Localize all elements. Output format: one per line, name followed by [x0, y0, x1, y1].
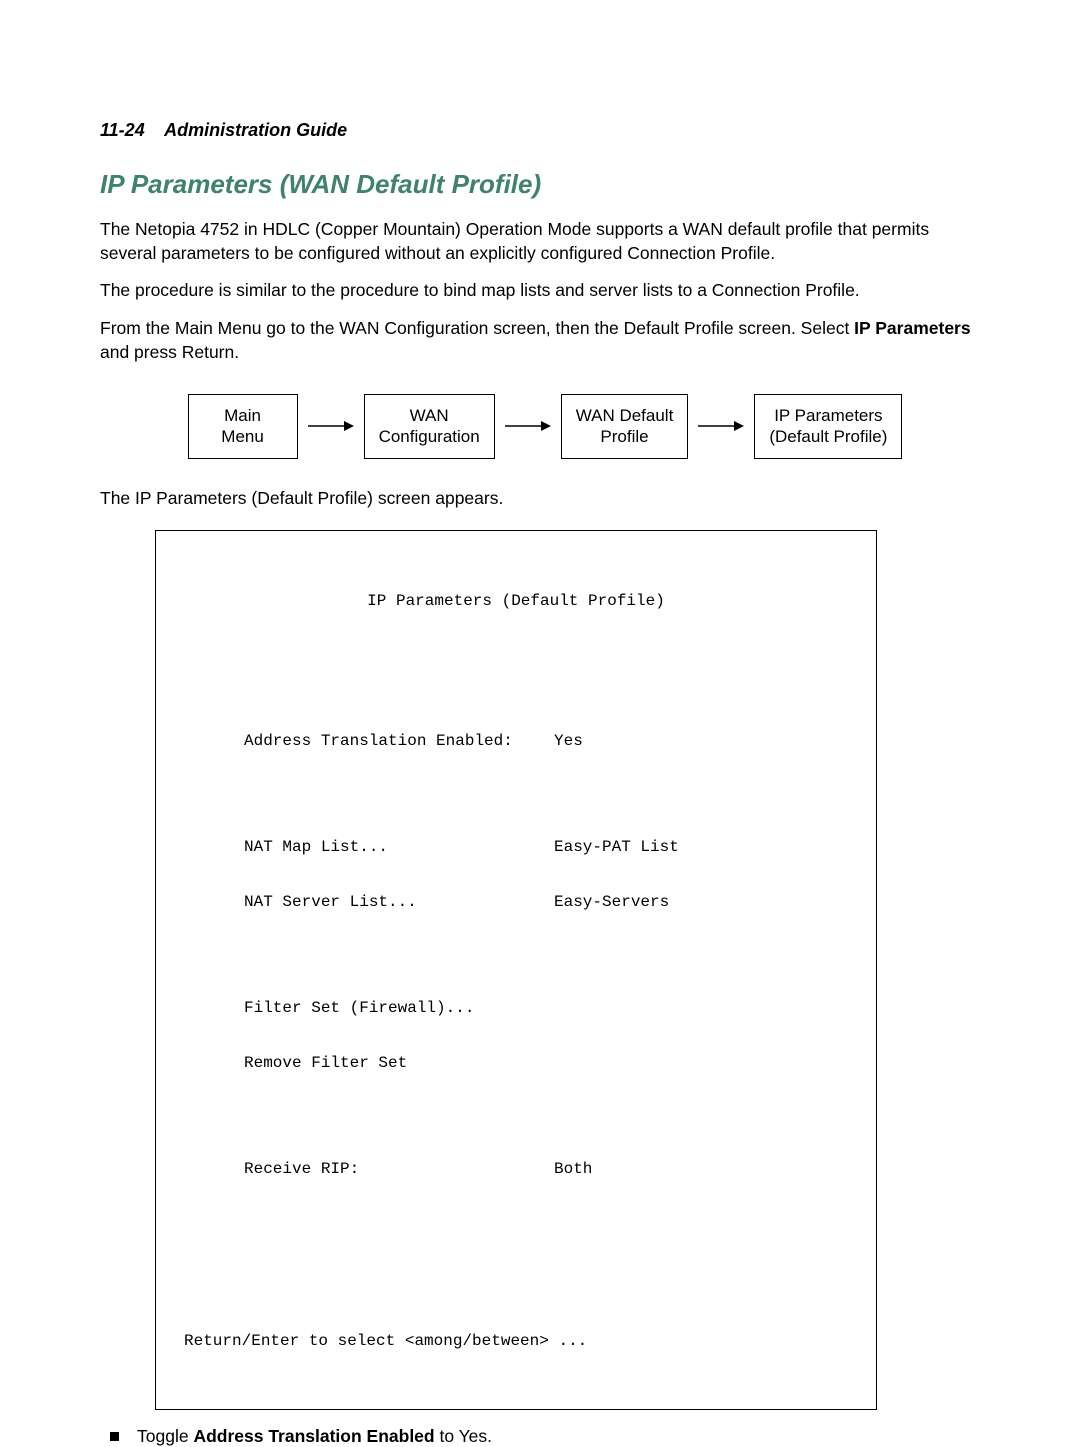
terminal-row: Remove Filter Set: [244, 1054, 858, 1072]
terminal-row: Filter Set (Firewall)...: [244, 999, 858, 1017]
bullet-post: to Yes.: [435, 1426, 492, 1446]
flow-box-main-menu: Main Menu: [188, 394, 298, 459]
terminal-footer: Return/Enter to select <among/between> .…: [184, 1332, 858, 1350]
bullet-icon: [110, 1432, 119, 1441]
flow-box-wan-default-profile: WAN Default Profile: [561, 394, 689, 459]
flow-box-wan-config: WAN Configuration: [364, 394, 495, 459]
bullet-pre: Toggle: [137, 1426, 193, 1446]
bullet-list: Toggle Address Translation Enabled to Ye…: [100, 1426, 990, 1447]
terminal-label: NAT Map List...: [244, 838, 554, 856]
list-item: Toggle Address Translation Enabled to Ye…: [104, 1426, 990, 1447]
terminal-label: Filter Set (Firewall)...: [244, 999, 554, 1017]
arrow-icon: [698, 419, 744, 433]
doc-title: Administration Guide: [164, 120, 347, 140]
terminal-row: Address Translation Enabled:Yes: [244, 732, 858, 750]
terminal-value: Yes: [554, 732, 583, 750]
document-page: 11-24 Administration Guide IP Parameters…: [0, 0, 1080, 1447]
terminal-screen: IP Parameters (Default Profile) Address …: [155, 530, 877, 1410]
bullet-text: Toggle Address Translation Enabled to Ye…: [137, 1426, 492, 1447]
paragraph-3: From the Main Menu go to the WAN Configu…: [100, 317, 990, 364]
bullet-bold: Address Translation Enabled: [193, 1426, 434, 1446]
page-number: 11-24: [100, 120, 145, 140]
terminal-value: Both: [554, 1160, 592, 1178]
terminal-title: IP Parameters (Default Profile): [174, 592, 858, 610]
paragraph-3-pre: From the Main Menu go to the WAN Configu…: [100, 318, 854, 338]
terminal-label: Receive RIP:: [244, 1160, 554, 1178]
section-title: IP Parameters (WAN Default Profile): [100, 169, 990, 200]
terminal-row: Receive RIP:Both: [244, 1160, 858, 1178]
paragraph-2: The procedure is similar to the procedur…: [100, 279, 990, 303]
flow-box-ip-parameters: IP Parameters (Default Profile): [754, 394, 902, 459]
paragraph-1: The Netopia 4752 in HDLC (Copper Mountai…: [100, 218, 990, 265]
paragraph-4: The IP Parameters (Default Profile) scre…: [100, 487, 990, 511]
terminal-row: NAT Server List...Easy-Servers: [244, 893, 858, 911]
terminal-value: Easy-Servers: [554, 893, 669, 911]
terminal-label: Address Translation Enabled:: [244, 732, 554, 750]
terminal-body: Address Translation Enabled:Yes NAT Map …: [244, 695, 858, 1215]
terminal-label: NAT Server List...: [244, 893, 554, 911]
arrow-icon: [308, 419, 354, 433]
arrow-icon: [505, 419, 551, 433]
flow-diagram: Main Menu WAN Configuration WAN Default …: [100, 394, 990, 459]
page-header: 11-24 Administration Guide: [100, 120, 990, 141]
terminal-row: NAT Map List...Easy-PAT List: [244, 838, 858, 856]
paragraph-3-post: and press Return.: [100, 342, 239, 362]
terminal-value: Easy-PAT List: [554, 838, 679, 856]
terminal-label: Remove Filter Set: [244, 1054, 554, 1072]
paragraph-3-bold: IP Parameters: [854, 318, 970, 338]
